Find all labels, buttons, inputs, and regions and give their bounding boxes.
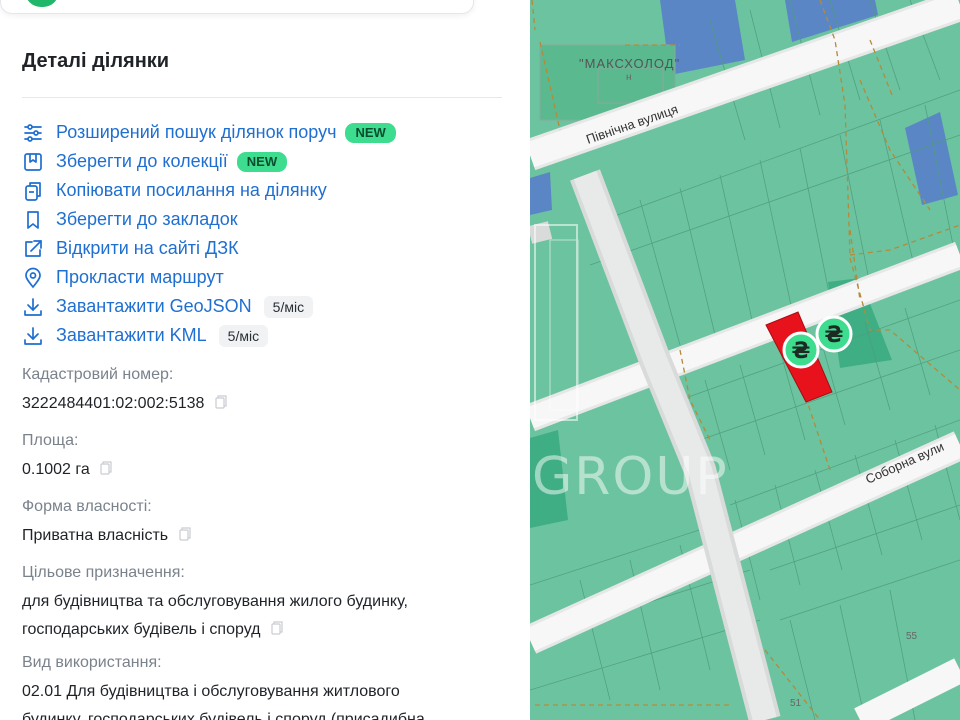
action-label: Відкрити на сайті ДЗК — [56, 238, 239, 258]
action-label: Завантажити KML — [56, 325, 207, 345]
watermark-text: GROUP — [532, 447, 729, 507]
divider — [22, 97, 502, 98]
price-marker-label: ₴ — [792, 339, 811, 364]
top-search-card[interactable] — [0, 0, 474, 14]
area-field: Площа: 0.1002 га — [22, 432, 512, 484]
sliders-icon — [22, 122, 44, 144]
new-badge: NEW — [236, 151, 288, 172]
action-label: Зберегти до колекції — [56, 151, 228, 171]
field-label: Форма власності: — [22, 498, 152, 515]
copy-icon[interactable] — [178, 527, 191, 541]
house-number: 51 — [790, 698, 802, 709]
build-route-link[interactable]: Прокласти маршрут — [22, 263, 502, 292]
ownership-field: Форма власності: Приватна власність — [22, 498, 512, 550]
action-label: Прокласти маршрут — [56, 267, 224, 287]
price-marker-label: ₴ — [825, 323, 844, 348]
download-icon — [22, 296, 44, 318]
download-limit-badge: 5/міс — [263, 295, 314, 318]
advanced-search-nearby-link[interactable]: Розширений пошук ділянок поруч NEW — [22, 118, 502, 147]
action-label: Розширений пошук ділянок поруч — [56, 122, 337, 142]
purpose-field: Цільове призначення: для будівництва та … — [22, 564, 512, 644]
map-canvas[interactable]: ₴ ₴ GROUP Північна вулиця Соборна вули "… — [530, 0, 960, 720]
copy-icon[interactable] — [215, 395, 227, 409]
poi-label: "МАКСХОЛОД" — [579, 56, 680, 71]
new-badge: NEW — [345, 122, 396, 143]
bookmark-icon — [22, 209, 44, 231]
field-value: 3222484401:02:002:5138 — [22, 390, 512, 418]
copy-icon[interactable] — [100, 461, 112, 475]
price-marker[interactable]: ₴ — [815, 315, 853, 353]
field-label: Вид використання: — [22, 654, 162, 671]
external-link-icon — [22, 238, 44, 260]
purpose-value-line: господарських будівель і споруд — [22, 621, 261, 638]
download-limit-badge: 5/міс — [218, 324, 269, 347]
open-dzk-site-link[interactable]: Відкрити на сайті ДЗК — [22, 234, 502, 263]
field-label: Кадастровий номер: — [22, 366, 174, 383]
copy-icon[interactable] — [271, 621, 283, 635]
price-marker[interactable]: ₴ — [782, 331, 820, 369]
download-geojson-link[interactable]: Завантажити GeoJSON 5/міс — [22, 292, 502, 321]
action-label: Завантажити GeoJSON — [56, 296, 252, 316]
field-value: Приватна власність — [22, 522, 512, 550]
field-label: Площа: — [22, 432, 79, 449]
save-to-bookmarks-link[interactable]: Зберегти до закладок — [22, 205, 502, 234]
action-label: Зберегти до закладок — [56, 209, 238, 229]
area-value: 0.1002 га — [22, 461, 90, 478]
field-label: Цільове призначення: — [22, 564, 185, 581]
copy-parcel-link[interactable]: Копіювати посилання на ділянку — [22, 176, 502, 205]
panel-title: Деталі ділянки — [22, 50, 170, 72]
action-list: Розширений пошук ділянок поруч NEW Збере… — [22, 118, 502, 350]
location-pin-icon — [22, 267, 44, 289]
usage-value-line: 02.01 Для будівництва і обслуговування ж… — [22, 683, 400, 700]
action-label: Копіювати посилання на ділянку — [56, 180, 327, 200]
download-kml-link[interactable]: Завантажити KML 5/міс — [22, 321, 502, 350]
field-value: господарських будівель і споруд — [22, 616, 512, 644]
usage-value-line: будинку, господарських будівель і споруд… — [22, 711, 425, 720]
save-to-collection-link[interactable]: Зберегти до колекції NEW — [22, 147, 502, 176]
cadastral-number-field: Кадастровий номер: 3222484401:02:002:513… — [22, 366, 512, 418]
ownership-value: Приватна власність — [22, 527, 169, 544]
collection-icon — [22, 151, 44, 173]
poi-sublabel: н — [626, 72, 632, 83]
purpose-value-line: для будівництва та обслуговування жилого… — [22, 593, 408, 610]
cadastral-map[interactable]: ₴ ₴ GROUP Північна вулиця Соборна вули "… — [530, 0, 960, 720]
field-value: 0.1002 га — [22, 456, 512, 484]
download-icon — [22, 325, 44, 347]
cadastral-number-value: 3222484401:02:002:5138 — [22, 395, 205, 412]
app-logo-icon — [25, 0, 59, 7]
copy-link-icon — [22, 180, 44, 202]
parcel-details-panel: Деталі ділянки Розширений пошук ділянок … — [0, 0, 530, 720]
usage-field: Вид використання: 02.01 Для будівництва … — [22, 654, 512, 720]
house-number: 55 — [906, 631, 918, 642]
